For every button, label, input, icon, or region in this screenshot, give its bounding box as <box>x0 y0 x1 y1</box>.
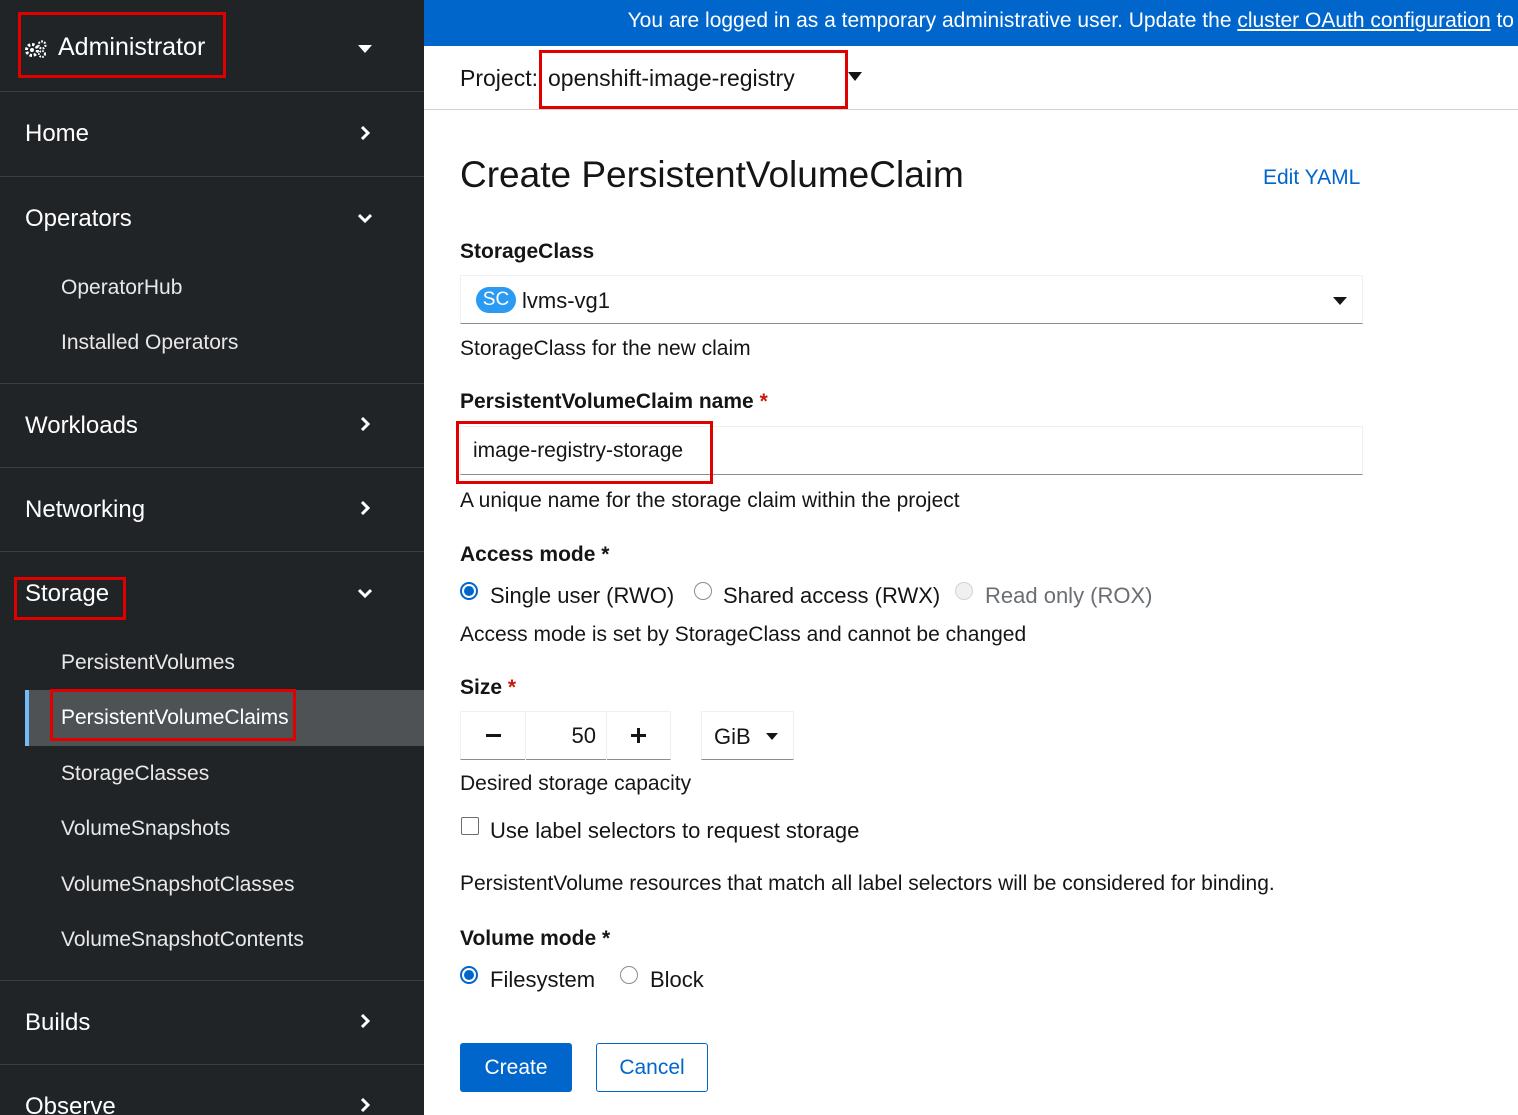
nav-item-storageclasses[interactable]: StorageClasses <box>61 762 209 786</box>
radio-filesystem-label[interactable]: Filesystem <box>490 967 595 993</box>
cancel-button[interactable]: Cancel <box>596 1043 708 1092</box>
size-unit-select[interactable]: GiB <box>701 711 794 760</box>
radio-filesystem[interactable] <box>460 966 478 984</box>
radio-rwx-label[interactable]: Shared access (RWX) <box>723 583 940 609</box>
nav-section-observe[interactable]: Observe <box>0 1065 424 1115</box>
nav-section-label: Builds <box>25 1009 91 1036</box>
nav-section-builds[interactable]: Builds <box>0 981 424 1065</box>
chevron-right-icon <box>358 126 372 140</box>
nav-section-operators[interactable]: Operators OperatorHub Installed Operator… <box>0 177 424 384</box>
increment-button[interactable] <box>606 712 670 760</box>
project-label: Project: <box>460 65 538 91</box>
nav-item-volumesnapshotcontents[interactable]: VolumeSnapshotContents <box>61 928 304 952</box>
caret-down-icon <box>358 45 372 53</box>
create-button[interactable]: Create <box>460 1043 572 1092</box>
nav-section-label: Operators <box>25 205 132 232</box>
chevron-right-icon <box>358 1098 372 1112</box>
banner-text-after: to <box>1490 9 1514 32</box>
nav-item-installed-operators[interactable]: Installed Operators <box>61 331 238 355</box>
caret-down-icon <box>766 733 778 740</box>
volume-mode-label: Volume mode * <box>460 927 611 950</box>
storage-class-value: lvms-vg1 <box>522 288 611 313</box>
radio-block[interactable] <box>620 966 638 984</box>
access-mode-label: Access mode * <box>460 543 610 566</box>
size-label: Size * <box>460 676 516 700</box>
nav-item-persistentvolumes[interactable]: PersistentVolumes <box>61 651 235 675</box>
nav-section-label: Home <box>25 120 90 147</box>
nav-item-operatorhub[interactable]: OperatorHub <box>61 276 182 300</box>
caret-down-icon <box>1333 297 1347 305</box>
size-unit-value: GiB <box>714 724 751 749</box>
label-selector-help: PersistentVolume resources that match al… <box>460 872 1275 895</box>
main-content: Create PersistentVolumeClaim Edit YAML S… <box>424 110 1518 1115</box>
temporary-admin-banner: You are logged in as a temporary adminis… <box>424 0 1518 46</box>
nav-item-volumesnapshotclasses[interactable]: VolumeSnapshotClasses <box>61 873 294 897</box>
required-marker: * <box>759 390 768 413</box>
label-selector-checkbox[interactable] <box>461 817 479 835</box>
size-help: Desired storage capacity <box>460 772 692 795</box>
banner-text: You are logged in as a temporary adminis… <box>628 9 1514 33</box>
cog-icon <box>25 40 47 58</box>
pvc-name-input[interactable] <box>460 426 1363 475</box>
nav-section-label: Networking <box>25 496 146 523</box>
radio-rwo[interactable] <box>460 582 478 600</box>
chevron-right-icon <box>358 1014 372 1028</box>
perspective-switcher[interactable]: Administrator <box>0 0 424 92</box>
storage-class-badge: SC <box>476 287 516 313</box>
nav-section-workloads[interactable]: Workloads <box>0 384 424 468</box>
project-bar: Project: openshift-image-registry <box>424 46 1518 110</box>
radio-rwx[interactable] <box>694 582 712 600</box>
pvc-name-label: PersistentVolumeClaim name * <box>460 390 768 414</box>
nav-section-label: Workloads <box>25 412 138 439</box>
label-selector-label[interactable]: Use label selectors to request storage <box>490 818 859 844</box>
size-label-text: Size <box>460 676 503 699</box>
size-value-input[interactable]: 50 <box>527 712 606 760</box>
required-marker: * <box>507 676 517 699</box>
nav-section-label: Observe <box>25 1093 116 1115</box>
banner-text-before: You are logged in as a temporary adminis… <box>627 9 1238 32</box>
sidebar: Administrator Home Operators OperatorHub… <box>0 0 424 1115</box>
access-mode-help: Access mode is set by StorageClass and c… <box>460 623 1027 646</box>
nav-section-label: Storage <box>25 580 110 607</box>
chevron-right-icon <box>358 501 372 515</box>
chevron-down-icon <box>358 211 372 225</box>
radio-block-label[interactable]: Block <box>650 967 704 993</box>
nav-item-volumesnapshots[interactable]: VolumeSnapshots <box>61 817 230 841</box>
edit-yaml-link[interactable]: Edit YAML <box>1263 166 1360 190</box>
chevron-right-icon <box>358 417 372 431</box>
storage-class-label: StorageClass <box>460 240 595 263</box>
pvc-name-label-text: PersistentVolumeClaim name <box>460 390 754 413</box>
radio-rox-label: Read only (ROX) <box>985 583 1153 608</box>
radio-rox <box>955 582 973 600</box>
chevron-down-icon <box>358 586 372 600</box>
nav-section-home[interactable]: Home <box>0 92 424 177</box>
perspective-label: Administrator <box>58 33 206 61</box>
pvc-name-help: A unique name for the storage claim with… <box>460 489 960 512</box>
project-selector[interactable]: openshift-image-registry <box>548 65 795 92</box>
cluster-oauth-link[interactable]: cluster OAuth configuration <box>1237 9 1490 32</box>
nav-item-persistentvolumeclaims[interactable]: PersistentVolumeClaims <box>61 706 289 730</box>
nav-section-networking[interactable]: Networking <box>0 468 424 552</box>
page-title: Create PersistentVolumeClaim <box>460 154 964 195</box>
decrement-button[interactable] <box>461 712 526 760</box>
caret-down-icon[interactable] <box>848 72 862 81</box>
size-stepper: 50 <box>460 711 671 760</box>
storage-class-help: StorageClass for the new claim <box>460 337 751 360</box>
nav-section-storage[interactable]: Storage PersistentVolumes PersistentVolu… <box>0 552 424 981</box>
storage-class-select[interactable]: SC lvms-vg1 <box>460 275 1363 324</box>
radio-rwo-label[interactable]: Single user (RWO) <box>490 583 674 609</box>
